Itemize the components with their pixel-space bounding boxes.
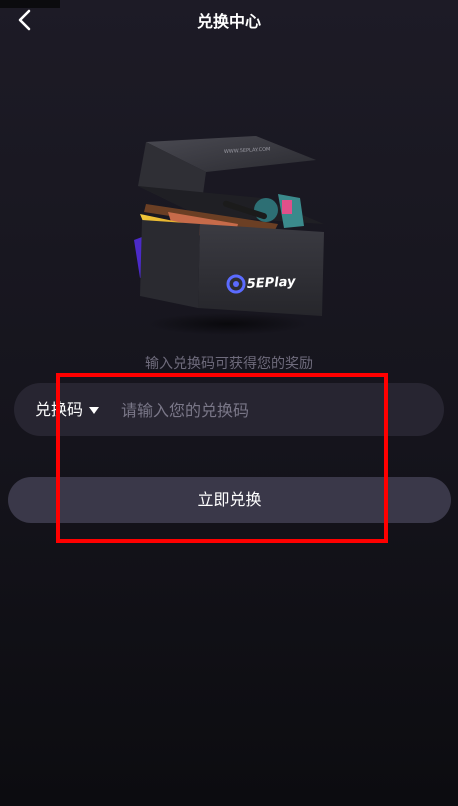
highlight-annotation-box [56,373,388,543]
hint-text: 输入兑换码可获得您的奖励 [145,356,313,372]
reward-box-image: WWW.5EPLAY.COM 5EPlay [134,136,324,335]
page-title: 兑换中心 [196,12,261,31]
header: 兑换中心 [0,0,458,40]
box-logo-text: 5EPlay [246,274,296,292]
